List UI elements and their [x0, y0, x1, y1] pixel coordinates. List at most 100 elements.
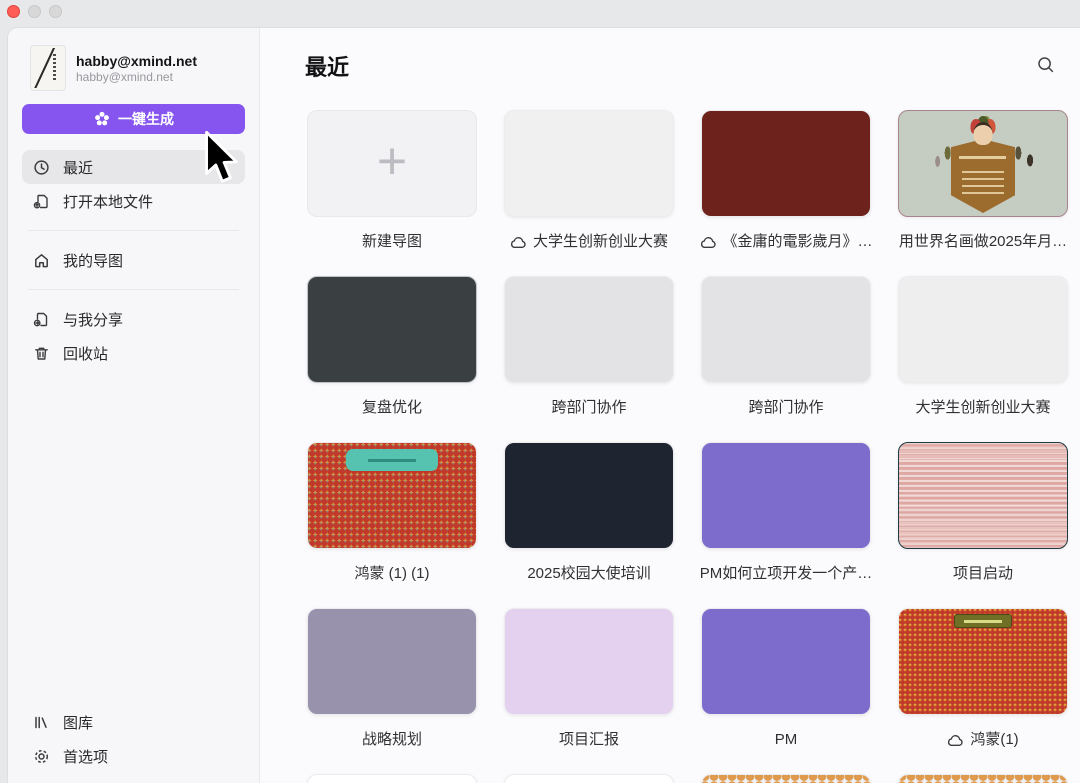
file-card-label: 《金庸的電影歲月》…: [700, 232, 873, 252]
sidebar-nav: 最近 打开本地文件: [22, 150, 245, 218]
file-name: 跨部门协作: [748, 399, 824, 416]
titlebar: [0, 0, 1080, 28]
file-thumbnail: [701, 774, 871, 783]
file-card-label: 项目启动: [898, 564, 1068, 584]
file-thumbnail: [898, 110, 1068, 217]
open-file-icon: [32, 192, 50, 210]
sidebar-item-my-maps[interactable]: 我的导图: [22, 243, 245, 277]
traffic-light-minimize: [28, 5, 41, 18]
file-card[interactable]: 《金庸的電影歲月》…: [700, 110, 873, 276]
file-card-label: 新建导图: [307, 232, 477, 252]
file-card-label: 项目汇报: [504, 730, 674, 750]
file-card[interactable]: 鸿蒙 (1) (1): [307, 442, 477, 608]
file-name: 鸿蒙(1): [970, 731, 1019, 748]
main-content: 最近 新建导图 大学生创新创业大赛 《金庸的電影歲月》…: [260, 28, 1080, 783]
file-name: 复盘优化: [361, 399, 422, 416]
file-card-label: 大学生创新创业大赛: [504, 232, 674, 252]
file-name: 跨部门协作: [551, 399, 627, 416]
file-card[interactable]: 项目汇报: [504, 608, 674, 774]
cloud-icon: [700, 236, 717, 249]
file-card[interactable]: 大学生创新创业大赛: [898, 276, 1068, 442]
file-card-label: 鸿蒙(1): [898, 730, 1068, 750]
sidebar-divider: [28, 230, 239, 231]
sidebar-item-label: 回收站: [63, 345, 109, 363]
sidebar-divider: [28, 289, 239, 290]
avatar: [30, 45, 66, 91]
file-name: 《金庸的電影歲月》…: [722, 233, 873, 250]
sidebar-item-label: 最近: [63, 159, 94, 177]
sidebar-item-recent[interactable]: 最近: [22, 150, 245, 184]
search-icon[interactable]: [1036, 55, 1056, 75]
file-card-partial[interactable]: [701, 774, 871, 783]
account-email: habby@xmind.net: [76, 69, 173, 84]
account-name: habby@xmind.net: [76, 52, 197, 69]
file-thumbnail: [898, 608, 1068, 715]
cloud-icon: [510, 236, 527, 249]
file-card[interactable]: PM如何立项开发一个产…: [699, 442, 873, 608]
file-card[interactable]: 用世界名画做2025年月…: [898, 110, 1068, 276]
file-name: PM如何立项开发一个产…: [699, 565, 873, 582]
file-thumbnail: [307, 276, 477, 383]
app-window: habby@xmind.net habby@xmind.net 一键生成 最近: [8, 28, 1080, 783]
file-card-partial[interactable]: [898, 774, 1068, 783]
file-name: 项目启动: [952, 565, 1013, 582]
file-card[interactable]: 2025校园大使培训: [504, 442, 674, 608]
file-card[interactable]: 复盘优化: [307, 276, 477, 442]
file-thumbnail: [307, 442, 477, 549]
file-thumbnail: [504, 608, 674, 715]
trash-icon: [32, 344, 50, 362]
file-card[interactable]: PM: [701, 608, 871, 774]
file-name: PM: [774, 731, 798, 748]
traffic-light-close[interactable]: [7, 5, 20, 18]
sidebar-item-shared-with-me[interactable]: 与我分享: [22, 302, 245, 336]
file-card-label: 鸿蒙 (1) (1): [307, 564, 477, 584]
sidebar-nav-mid: 我的导图: [22, 243, 245, 277]
gear-icon: [32, 747, 50, 765]
sidebar-item-label: 与我分享: [63, 311, 124, 329]
file-card[interactable]: 项目启动: [898, 442, 1068, 608]
file-thumbnail: [898, 276, 1068, 383]
file-name: 项目汇报: [558, 731, 619, 748]
new-map-card[interactable]: 新建导图: [307, 110, 477, 276]
traffic-light-zoom: [49, 5, 62, 18]
file-thumbnail: [898, 774, 1068, 783]
one-click-generate-button[interactable]: 一键生成: [22, 104, 245, 134]
file-thumbnail: [504, 774, 674, 783]
file-card[interactable]: 战略规划: [307, 608, 477, 774]
file-card-label: PM如何立项开发一个产…: [699, 564, 873, 584]
file-card-label: 2025校园大使培训: [504, 564, 674, 584]
sidebar-item-gallery[interactable]: 图库: [22, 705, 245, 739]
file-thumbnail: [701, 110, 871, 217]
file-card[interactable]: 跨部门协作: [701, 276, 871, 442]
file-card-partial[interactable]: [504, 774, 674, 783]
ai-flower-icon: [93, 110, 111, 128]
file-name: 用世界名画做2025年月…: [898, 233, 1068, 250]
recent-grid: 新建导图 大学生创新创业大赛 《金庸的電影歲月》… 用世界名画做2025年月…: [307, 110, 1068, 783]
shared-doc-icon: [32, 310, 50, 328]
file-name: 大学生创新创业大赛: [532, 233, 668, 250]
generate-button-label: 一键生成: [118, 111, 174, 127]
file-card[interactable]: 鸿蒙(1): [898, 608, 1068, 774]
file-card[interactable]: 跨部门协作: [504, 276, 674, 442]
file-thumbnail: [701, 442, 871, 549]
file-card-label: PM: [701, 730, 871, 750]
file-thumbnail: [504, 442, 674, 549]
file-name: 新建导图: [361, 233, 422, 250]
file-card-label: 跨部门协作: [701, 398, 871, 418]
file-card[interactable]: 大学生创新创业大赛: [504, 110, 674, 276]
sidebar-item-trash[interactable]: 回收站: [22, 336, 245, 370]
file-thumbnail: [701, 608, 871, 715]
sidebar-item-label: 首选项: [63, 748, 109, 766]
file-name: 鸿蒙 (1) (1): [354, 565, 430, 582]
home-icon: [32, 251, 50, 269]
file-card-partial[interactable]: [307, 774, 477, 783]
clock-icon: [32, 158, 50, 176]
sidebar-item-open-local-file[interactable]: 打开本地文件: [22, 184, 245, 218]
file-name: 2025校园大使培训: [527, 565, 651, 582]
sidebar-footer: 图库 首选项: [22, 705, 245, 773]
sidebar-item-label: 打开本地文件: [63, 193, 154, 211]
file-card-label: 战略规划: [307, 730, 477, 750]
sidebar-item-preferences[interactable]: 首选项: [22, 739, 245, 773]
account-section[interactable]: habby@xmind.net habby@xmind.net: [22, 44, 245, 92]
file-thumbnail: [307, 110, 477, 217]
